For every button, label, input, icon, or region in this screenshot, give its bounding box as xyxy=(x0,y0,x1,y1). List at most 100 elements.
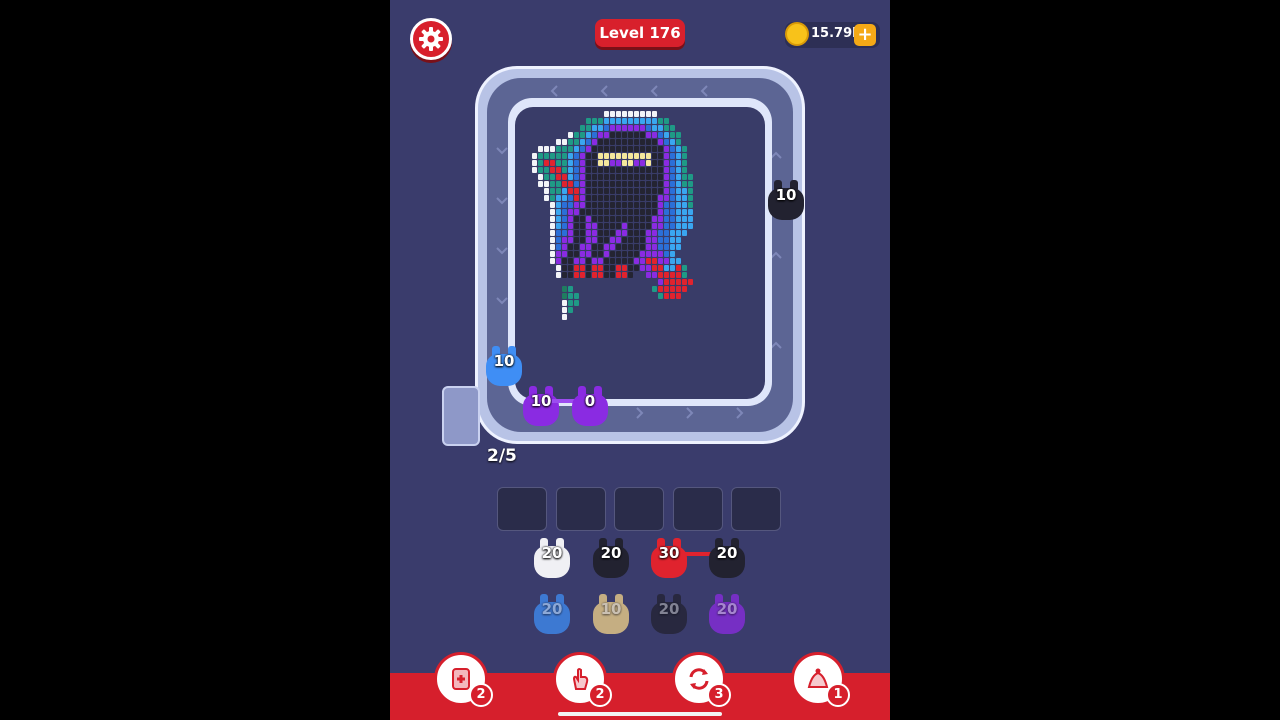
pixel-block xyxy=(610,209,615,215)
pixel-block xyxy=(646,265,651,271)
pixel-block xyxy=(664,181,669,187)
pixel-block xyxy=(592,209,597,215)
pixel-block xyxy=(628,195,633,201)
booster-magic-button[interactable]: 1 xyxy=(791,652,850,707)
belt-shooter-purple-1[interactable]: 10 xyxy=(519,384,563,430)
pixel-block xyxy=(652,202,657,208)
pixel-block xyxy=(592,125,597,131)
pixel-art xyxy=(515,107,765,399)
shooter-count: 10 xyxy=(600,600,622,618)
pixel-block xyxy=(616,265,621,271)
add-coins-button[interactable]: + xyxy=(854,24,876,46)
pixel-block xyxy=(610,167,615,173)
pixel-block xyxy=(604,251,609,257)
pixel-block xyxy=(610,160,615,166)
holding-slot[interactable] xyxy=(673,487,723,531)
pixel-block xyxy=(580,223,585,229)
pixel-block xyxy=(628,209,633,215)
queue-shooter-black-2[interactable]: 20 xyxy=(705,536,749,582)
pixel-block xyxy=(568,174,573,180)
pixel-block xyxy=(574,223,579,229)
pixel-block xyxy=(556,258,561,264)
pixel-block xyxy=(688,209,693,215)
queue-shooter-black-1[interactable]: 20 xyxy=(589,536,633,582)
pixel-block xyxy=(622,237,627,243)
pixel-block xyxy=(562,314,567,320)
pixel-block xyxy=(538,174,543,180)
pixel-block xyxy=(658,265,663,271)
pixel-block xyxy=(562,181,567,187)
pixel-block xyxy=(628,230,633,236)
pixel-block xyxy=(592,188,597,194)
pixel-block xyxy=(646,118,651,124)
pixel-block xyxy=(568,167,573,173)
shooter-count: 20 xyxy=(541,600,563,618)
holding-slot[interactable] xyxy=(497,487,547,531)
belt-shooter-purple-2[interactable]: 0 xyxy=(568,384,612,430)
pixel-block xyxy=(598,132,603,138)
pixel-block xyxy=(676,279,681,285)
pixel-block xyxy=(658,258,663,264)
holding-slot[interactable] xyxy=(614,487,664,531)
pixel-block xyxy=(568,181,573,187)
pixel-block xyxy=(610,174,615,180)
pixel-block xyxy=(616,216,621,222)
pixel-block xyxy=(640,139,645,145)
holding-slot[interactable] xyxy=(556,487,606,531)
pixel-block xyxy=(574,202,579,208)
queue-shooter-white[interactable]: 20 xyxy=(530,536,574,582)
pixel-block xyxy=(664,209,669,215)
pixel-block xyxy=(664,251,669,257)
pixel-block xyxy=(580,251,585,257)
queue-shooter-black-3: 20 xyxy=(647,592,691,638)
queue-shooter-red[interactable]: 30 xyxy=(647,536,691,582)
pixel-block xyxy=(652,265,657,271)
pixel-block xyxy=(610,181,615,187)
pixel-block xyxy=(616,132,621,138)
pixel-block xyxy=(658,230,663,236)
booster-add-slot-button[interactable]: 2 xyxy=(434,652,493,707)
pixel-block xyxy=(544,181,549,187)
pixel-block xyxy=(544,167,549,173)
pixel-block xyxy=(640,167,645,173)
pixel-block xyxy=(580,132,585,138)
pixel-block xyxy=(658,153,663,159)
pixel-block xyxy=(562,300,567,306)
pixel-block xyxy=(676,160,681,166)
pixel-block xyxy=(640,202,645,208)
pixel-block xyxy=(670,286,675,292)
pixel-block xyxy=(604,216,609,222)
settings-button[interactable] xyxy=(410,18,452,60)
pixel-block xyxy=(556,265,561,271)
pixel-block xyxy=(622,230,627,236)
pixel-block xyxy=(538,167,543,173)
pixel-block xyxy=(682,195,687,201)
pixel-block xyxy=(598,209,603,215)
pixel-block xyxy=(664,118,669,124)
holding-slot[interactable] xyxy=(731,487,781,531)
pixel-block xyxy=(556,188,561,194)
pixel-block xyxy=(586,160,591,166)
pixel-block xyxy=(568,202,573,208)
pixel-block xyxy=(604,153,609,159)
pixel-block xyxy=(670,216,675,222)
pixel-block xyxy=(562,258,567,264)
booster-hand-button[interactable]: 2 xyxy=(553,652,612,707)
level-label: Level 176 xyxy=(599,24,681,42)
pixel-block xyxy=(670,279,675,285)
pixel-block xyxy=(592,181,597,187)
booster-count: 3 xyxy=(707,683,731,707)
pixel-block xyxy=(670,181,675,187)
pixel-block xyxy=(622,160,627,166)
pixel-block xyxy=(640,237,645,243)
pixel-block xyxy=(622,146,627,152)
pixel-block xyxy=(562,237,567,243)
pixel-block xyxy=(598,160,603,166)
pixel-block xyxy=(562,216,567,222)
pixel-block xyxy=(652,230,657,236)
belt-shooter-black[interactable]: 10 xyxy=(764,178,808,224)
pixel-block xyxy=(640,244,645,250)
booster-shuffle-button[interactable]: 3 xyxy=(672,652,731,707)
pixel-block xyxy=(610,132,615,138)
pixel-block xyxy=(598,223,603,229)
